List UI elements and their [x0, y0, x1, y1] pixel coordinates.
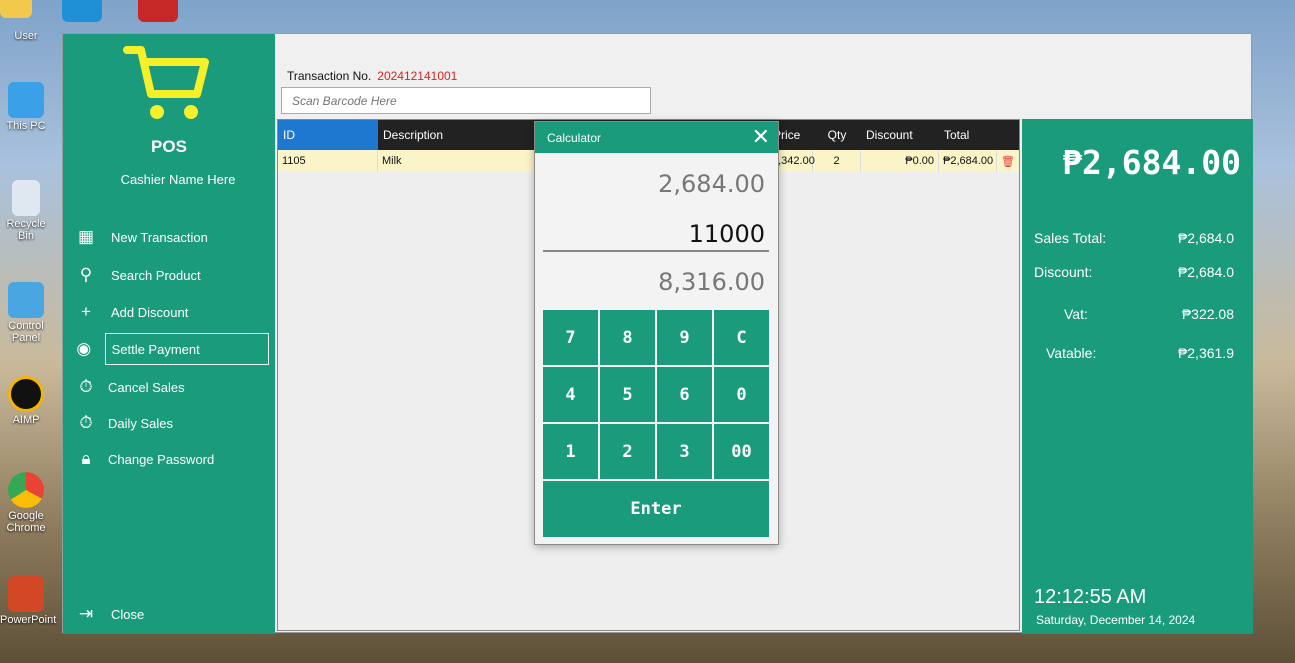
- col-discount[interactable]: Discount: [861, 120, 939, 150]
- key-5[interactable]: 5: [600, 367, 655, 422]
- cell-id: 1105: [278, 150, 378, 172]
- close-icon[interactable]: ✕: [752, 125, 770, 149]
- key-3[interactable]: 3: [657, 424, 712, 479]
- search-icon: ⚲: [79, 265, 93, 284]
- desktop-icon-user[interactable]: User: [0, 30, 52, 42]
- desktop-icon-this-pc[interactable]: This PC: [0, 82, 52, 132]
- summary-panel: ₱2,684.00 Sales Total: ₱2,684.0 Discount:…: [1022, 119, 1253, 634]
- grand-total: ₱2,684.00: [1062, 143, 1241, 182]
- plus-icon: +: [81, 302, 91, 321]
- keypad: 7 8 9 C 4 5 6 0 1 2 3 00 Enter: [543, 310, 770, 537]
- menu-change-password[interactable]: 🔒︎ Change Password: [73, 444, 271, 474]
- powerpoint-icon: [8, 576, 44, 612]
- shopping-cart-icon: [123, 46, 209, 119]
- transaction-info: Transaction No. 202412141001: [287, 69, 457, 83]
- desktop-icon-recycle-bin[interactable]: Recycle Bin: [0, 180, 52, 242]
- desktop-icon-control-panel[interactable]: Control Panel: [0, 282, 52, 344]
- cashier-name: Cashier Name Here: [120, 172, 236, 187]
- desktop-icon-chrome[interactable]: Google Chrome: [0, 472, 52, 534]
- key-9[interactable]: 9: [657, 310, 712, 365]
- table-icon: ▦: [77, 227, 95, 246]
- menu-label-selected: Settle Payment: [104, 333, 269, 365]
- menu-settle-payment[interactable]: ◉ Settle Payment: [71, 333, 269, 365]
- sidebar: POS Cashier Name Here ▦ New Transaction …: [63, 34, 275, 634]
- cell-discount: ₱0.00: [861, 150, 939, 172]
- key-7[interactable]: 7: [543, 310, 598, 365]
- menu-add-discount[interactable]: + Add Discount: [73, 297, 271, 327]
- vat-row: Vat: ₱322.08: [1064, 306, 1234, 322]
- aimp-icon: [8, 376, 44, 412]
- key-0[interactable]: 0: [714, 367, 769, 422]
- key-1[interactable]: 1: [543, 424, 598, 479]
- control-panel-icon: [8, 282, 44, 318]
- calculator-dialog: Calculator ✕ 2,684.00 11000 8,316.00 7 8…: [534, 121, 779, 545]
- change-display: 8,316.00: [658, 268, 765, 296]
- menu-search-product[interactable]: ⚲ Search Product: [73, 260, 271, 290]
- key-00[interactable]: 00: [714, 424, 769, 479]
- cell-qty: 2: [813, 150, 861, 172]
- delete-icon[interactable]: 🗑︎: [997, 150, 1019, 172]
- monitor-icon: [8, 82, 44, 118]
- lock-icon: 🔒︎: [81, 449, 91, 468]
- menu-cancel-sales[interactable]: ⏱ Cancel Sales: [73, 372, 271, 402]
- col-id[interactable]: ID: [278, 120, 378, 150]
- menu-new-transaction[interactable]: ▦ New Transaction: [73, 222, 271, 252]
- vatable-row: Vatable: ₱2,361.9: [1046, 345, 1234, 361]
- logout-icon: ⇥: [78, 604, 94, 623]
- payment-icon: ◉: [76, 339, 92, 358]
- timer-icon: ⏱: [79, 377, 93, 396]
- cash-input[interactable]: 11000: [543, 212, 769, 252]
- key-clear[interactable]: C: [714, 310, 769, 365]
- menu-daily-sales[interactable]: ⏱ Daily Sales: [73, 408, 271, 438]
- discount-row: Discount: ₱2,684.0: [1034, 264, 1234, 280]
- acrobat-icon[interactable]: [138, 0, 178, 22]
- key-2[interactable]: 2: [600, 424, 655, 479]
- scan-barcode-input[interactable]: [281, 87, 651, 114]
- calculator-titlebar: Calculator ✕: [535, 122, 778, 153]
- transaction-number: 202412141001: [377, 69, 458, 83]
- key-8[interactable]: 8: [600, 310, 655, 365]
- clock-time: 12:12:55 AM: [1034, 586, 1147, 608]
- chrome-icon: [8, 472, 44, 508]
- recycle-bin-icon: [12, 180, 40, 216]
- edge-icon[interactable]: [62, 0, 102, 22]
- enter-button[interactable]: Enter: [543, 481, 769, 537]
- cell-total: ₱2,684.00: [939, 150, 997, 172]
- key-4[interactable]: 4: [543, 367, 598, 422]
- brand-title: POS: [151, 137, 187, 156]
- desktop-icon-aimp[interactable]: AIMP: [0, 376, 52, 426]
- folder-icon[interactable]: [0, 0, 32, 18]
- col-total[interactable]: Total: [939, 120, 997, 150]
- amount-due-display: 2,684.00: [658, 170, 765, 198]
- menu-close[interactable]: ⇥ Close: [73, 599, 271, 629]
- desktop-icon-powerpoint[interactable]: PowerPoint: [0, 576, 56, 626]
- sales-total-row: Sales Total: ₱2,684.0: [1034, 230, 1234, 246]
- col-qty[interactable]: Qty: [813, 120, 861, 150]
- transaction-label: Transaction No.: [287, 69, 372, 83]
- timer-icon: ⏱: [79, 413, 93, 432]
- key-6[interactable]: 6: [657, 367, 712, 422]
- clock-date: Saturday, December 14, 2024: [1036, 613, 1196, 627]
